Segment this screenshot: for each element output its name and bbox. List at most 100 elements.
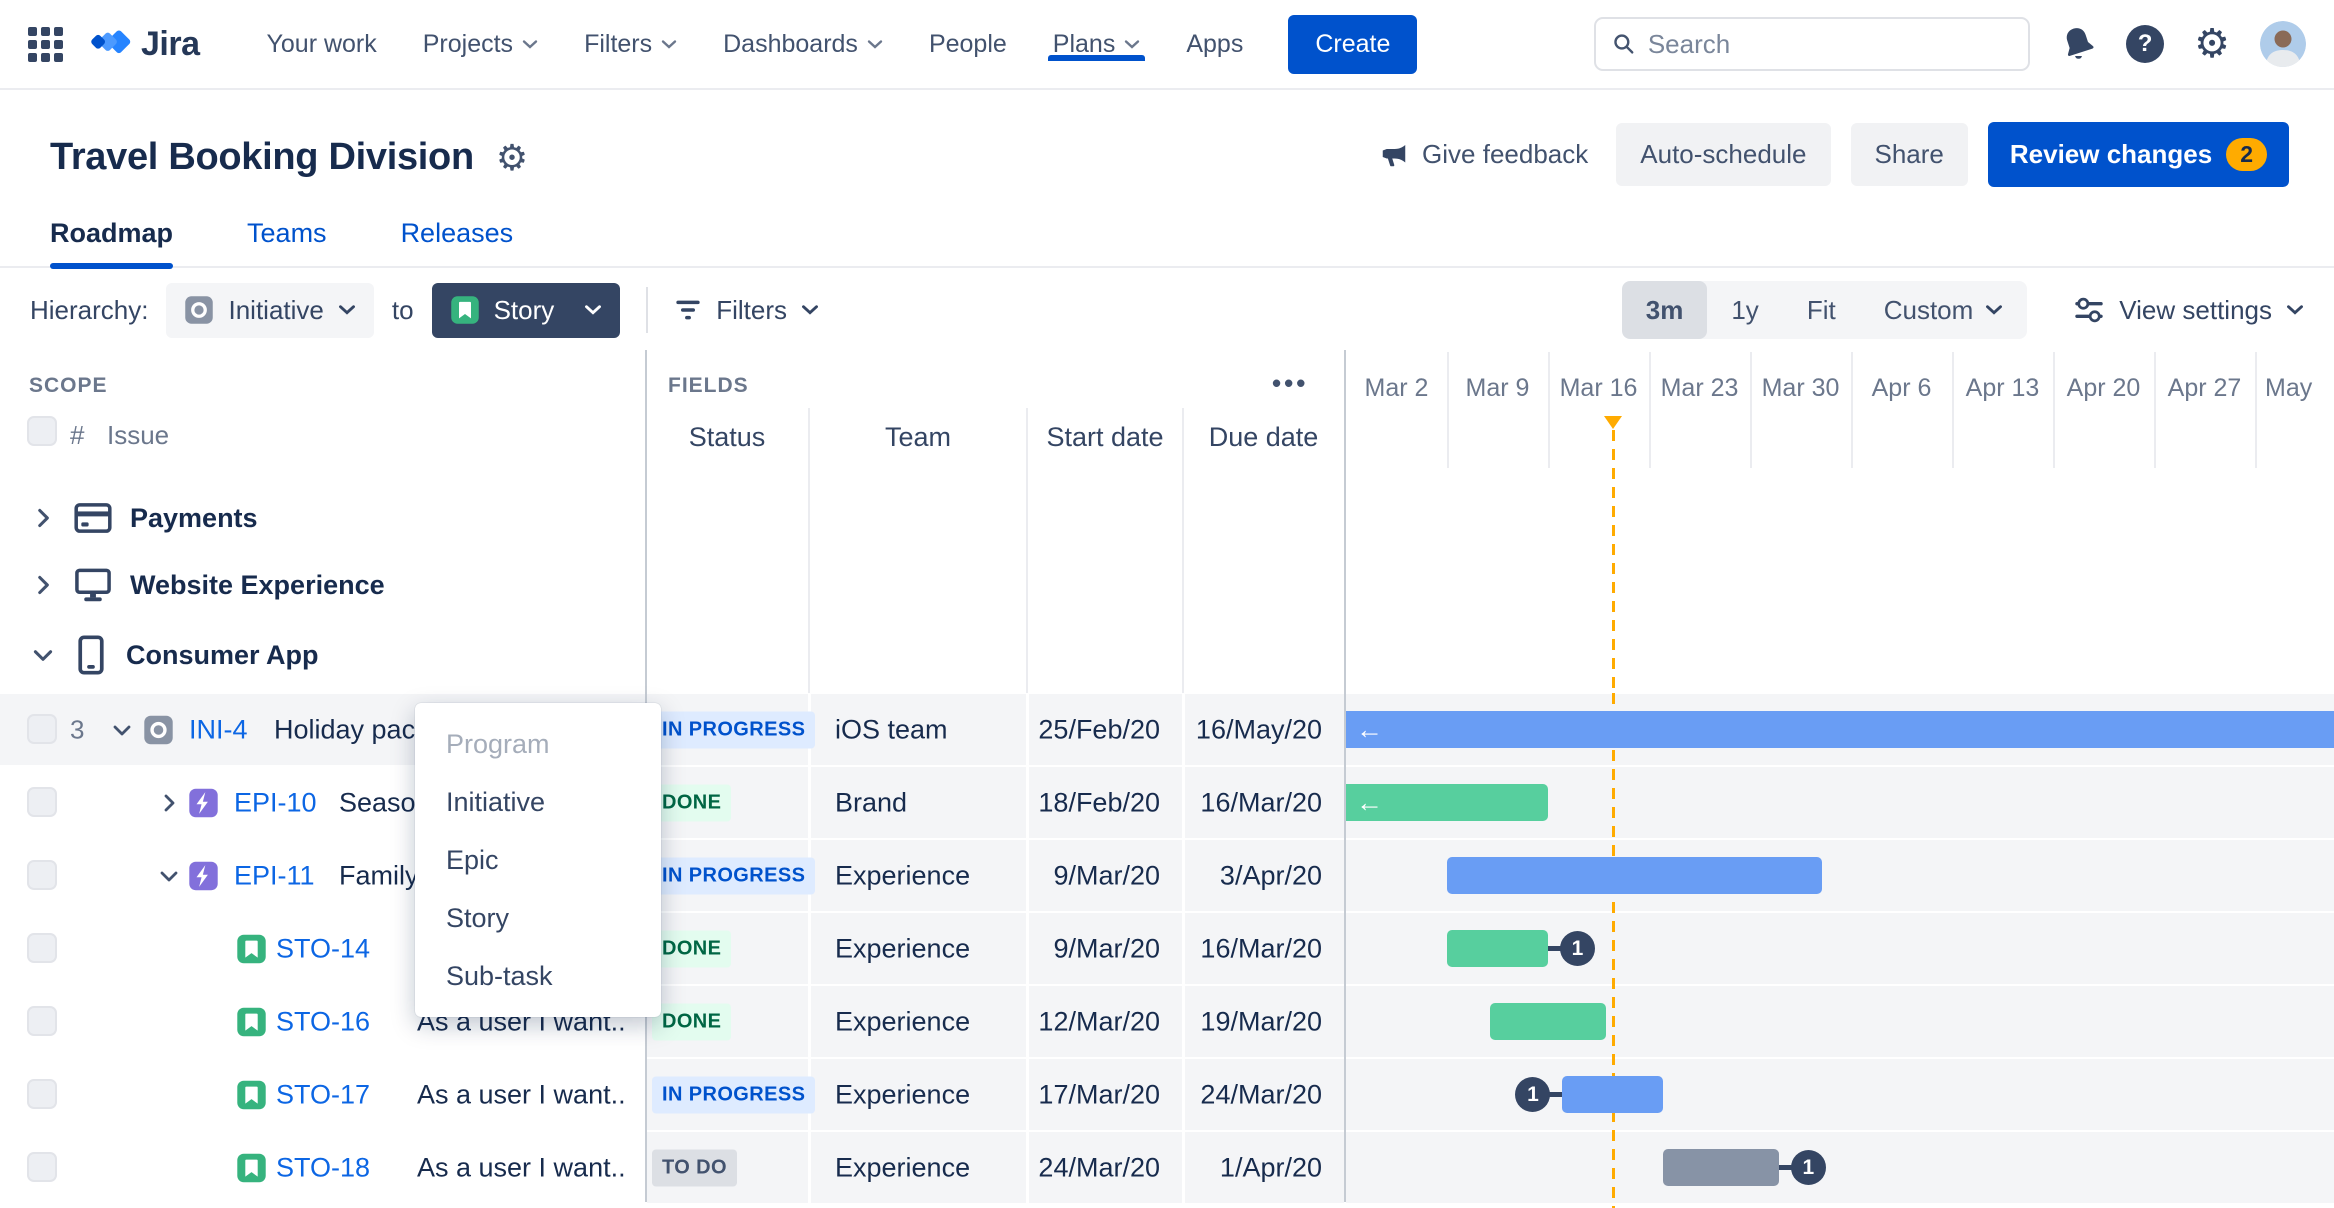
nav-item-plans[interactable]: Plans <box>1030 30 1164 61</box>
due-date-cell[interactable]: 16/Mar/20 <box>1190 787 1322 818</box>
row-checkbox[interactable] <box>27 933 57 963</box>
tab-releases[interactable]: Releases <box>401 218 514 269</box>
hierarchy-from-dropdown[interactable]: Initiative <box>166 282 374 338</box>
dependency-count-badge[interactable]: 1 <box>1515 1077 1551 1112</box>
hierarchy-to-dropdown[interactable]: Story <box>431 282 621 338</box>
issue-key-link[interactable]: STO-18 <box>276 1152 370 1183</box>
nav-item-dashboards[interactable]: Dashboards <box>700 30 906 59</box>
gantt-bar[interactable] <box>1562 1076 1664 1113</box>
dropdown-item-story[interactable]: Story <box>415 889 661 947</box>
start-date-cell[interactable]: 9/Mar/20 <box>1035 933 1160 964</box>
team-cell[interactable]: Experience <box>835 860 970 891</box>
zoom-custom-dropdown[interactable]: Custom <box>1860 281 2028 339</box>
issue-summary[interactable]: As a user I want.. <box>417 1152 626 1183</box>
due-date-cell[interactable]: 16/May/20 <box>1190 714 1322 745</box>
dependency-count-badge[interactable]: 1 <box>1790 1150 1826 1185</box>
row-checkbox[interactable] <box>27 1152 57 1182</box>
zoom-3m-button[interactable]: 3m <box>1621 281 1708 339</box>
fields-chart-divider[interactable] <box>1344 350 1346 1202</box>
gantt-bar[interactable]: ← <box>1346 784 1548 821</box>
jira-logo[interactable]: Jira <box>89 23 200 65</box>
row-checkbox[interactable] <box>27 714 57 744</box>
dependency-count-badge[interactable]: 1 <box>1560 931 1595 966</box>
create-button[interactable]: Create <box>1288 14 1418 74</box>
nav-item-apps[interactable]: Apps <box>1163 30 1266 59</box>
plan-settings-gear-icon[interactable]: ⚙ <box>496 139 528 176</box>
review-changes-button[interactable]: Review changes 2 <box>1987 122 2289 187</box>
team-cell[interactable]: Experience <box>835 1006 970 1037</box>
status-badge[interactable]: IN PROGRESS <box>652 857 816 894</box>
issue-row-epi-11[interactable]: EPI-11 Family holidays IN PROGRESS Exper… <box>0 839 2334 912</box>
due-date-cell[interactable]: 16/Mar/20 <box>1190 933 1322 964</box>
tab-teams[interactable]: Teams <box>247 218 327 269</box>
chevron-down-icon[interactable] <box>110 718 134 742</box>
due-date-cell[interactable]: 1/Apr/20 <box>1190 1152 1322 1183</box>
issue-summary[interactable]: As a user I want.. <box>417 1079 626 1110</box>
chevron-right-icon[interactable] <box>30 505 56 531</box>
row-checkbox[interactable] <box>27 787 57 817</box>
group-row-consumer-app[interactable]: Consumer App <box>0 621 640 689</box>
dropdown-item-initiative[interactable]: Initiative <box>415 773 661 831</box>
filters-button[interactable]: Filters <box>674 295 819 326</box>
dropdown-item-sub-task[interactable]: Sub-task <box>415 947 661 1005</box>
view-settings-button[interactable]: View settings <box>2073 295 2304 326</box>
issue-row-epi-10[interactable]: EPI-10 Seasonal pack DONE Brand 18/Feb/2… <box>0 766 2334 839</box>
settings-gear-icon[interactable]: ⚙ <box>2194 24 2230 64</box>
start-date-cell[interactable]: 12/Mar/20 <box>1035 1006 1160 1037</box>
row-checkbox[interactable] <box>27 860 57 890</box>
start-date-cell[interactable]: 25/Feb/20 <box>1035 714 1160 745</box>
row-checkbox[interactable] <box>27 1006 57 1036</box>
start-date-cell[interactable]: 17/Mar/20 <box>1035 1079 1160 1110</box>
team-cell[interactable]: Experience <box>835 933 970 964</box>
team-cell[interactable]: Experience <box>835 1152 970 1183</box>
user-avatar[interactable] <box>2260 21 2306 67</box>
dropdown-item-program[interactable]: Program <box>415 715 661 773</box>
team-cell[interactable]: Brand <box>835 787 907 818</box>
share-button[interactable]: Share <box>1850 123 1968 186</box>
chevron-right-icon[interactable] <box>157 791 181 815</box>
gantt-bar[interactable] <box>1447 930 1548 967</box>
gantt-bar[interactable] <box>1663 1149 1779 1186</box>
search-input[interactable] <box>1647 28 2013 60</box>
notifications-bell-icon[interactable] <box>2060 25 2096 63</box>
issue-key-link[interactable]: STO-17 <box>276 1079 370 1110</box>
issue-key-link[interactable]: EPI-10 <box>234 787 317 818</box>
fields-more-button[interactable]: ••• <box>1272 368 1308 399</box>
issue-key-link[interactable]: EPI-11 <box>234 860 315 891</box>
status-badge[interactable]: DONE <box>652 930 732 967</box>
start-date-cell[interactable]: 24/Mar/20 <box>1035 1152 1160 1183</box>
status-badge[interactable]: TO DO <box>652 1149 737 1186</box>
status-badge[interactable]: IN PROGRESS <box>652 1076 816 1113</box>
nav-item-people[interactable]: People <box>906 30 1030 59</box>
issue-key-link[interactable]: STO-14 <box>276 933 370 964</box>
group-row-payments[interactable]: Payments <box>0 484 640 552</box>
start-date-cell[interactable]: 18/Feb/20 <box>1035 787 1160 818</box>
nav-item-your-work[interactable]: Your work <box>244 30 400 59</box>
issue-row-sto-17[interactable]: STO-17 As a user I want.. IN PROGRESS Ex… <box>0 1058 2334 1131</box>
issue-key-link[interactable]: INI-4 <box>189 714 248 745</box>
team-cell[interactable]: iOS team <box>835 714 948 745</box>
gantt-bar[interactable] <box>1490 1003 1606 1040</box>
group-row-website-experience[interactable]: Website Experience <box>0 551 640 619</box>
start-date-cell[interactable]: 9/Mar/20 <box>1035 860 1160 891</box>
due-date-cell[interactable]: 19/Mar/20 <box>1190 1006 1322 1037</box>
auto-schedule-button[interactable]: Auto-schedule <box>1616 123 1831 186</box>
nav-item-filters[interactable]: Filters <box>561 30 700 59</box>
start-date-column-header[interactable]: Start date <box>1027 422 1183 453</box>
give-feedback-button[interactable]: Give feedback <box>1370 139 1596 170</box>
issue-row-sto-16[interactable]: STO-16 As a user I want.. DONE Experienc… <box>0 985 2334 1058</box>
status-badge[interactable]: DONE <box>652 1003 732 1040</box>
chevron-down-icon[interactable] <box>30 642 56 668</box>
team-cell[interactable]: Experience <box>835 1079 970 1110</box>
due-date-column-header[interactable]: Due date <box>1183 422 1344 453</box>
row-checkbox[interactable] <box>27 1079 57 1109</box>
chevron-right-icon[interactable] <box>30 572 56 598</box>
zoom-1y-button[interactable]: 1y <box>1707 281 1782 339</box>
status-column-header[interactable]: Status <box>645 422 809 453</box>
app-switcher-icon[interactable] <box>28 26 63 62</box>
status-badge[interactable]: IN PROGRESS <box>652 711 816 748</box>
issue-row-sto-14[interactable]: STO-14 As a user I want.. DONE Experienc… <box>0 912 2334 985</box>
status-badge[interactable]: DONE <box>652 784 732 821</box>
gantt-bar[interactable]: ← <box>1346 711 2334 748</box>
help-icon[interactable]: ? <box>2126 25 2165 63</box>
